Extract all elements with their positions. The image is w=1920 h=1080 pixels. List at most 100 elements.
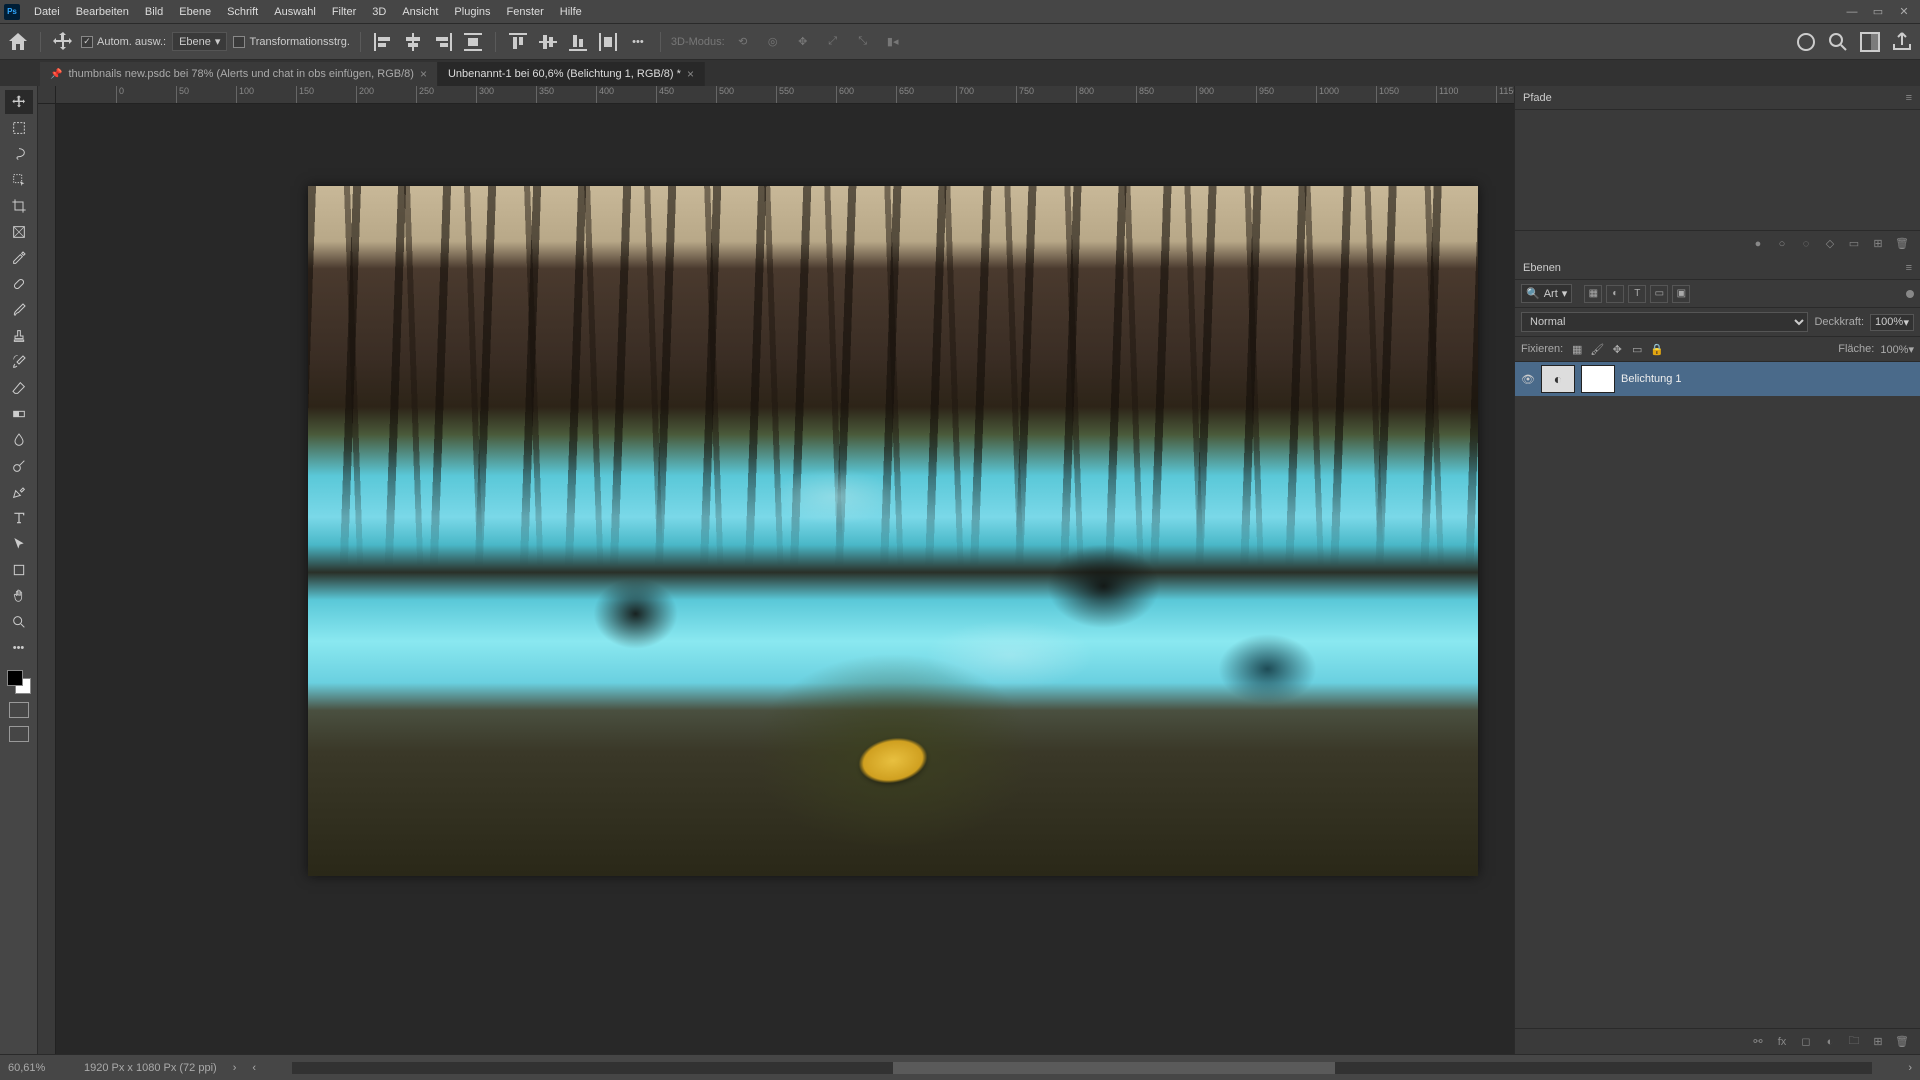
tab-close-icon[interactable]: ×: [687, 67, 694, 81]
align-right-icon[interactable]: [431, 30, 455, 54]
menu-3d[interactable]: 3D: [364, 2, 394, 22]
fill-input[interactable]: 100%▾: [1880, 343, 1914, 356]
crop-tool[interactable]: [5, 194, 33, 218]
lasso-tool[interactable]: [5, 142, 33, 166]
roll-3d-icon[interactable]: ◎: [761, 30, 785, 54]
document-tab-0[interactable]: 📌 thumbnails new.psdc bei 78% (Alerts un…: [40, 62, 438, 86]
menu-ansicht[interactable]: Ansicht: [394, 2, 446, 22]
more-options-icon[interactable]: •••: [626, 30, 650, 54]
doc-info-chevron-icon[interactable]: ›: [233, 1062, 237, 1074]
edit-toolbar-icon[interactable]: •••: [5, 636, 33, 660]
filter-type-icon[interactable]: T: [1628, 285, 1646, 303]
scroll-right-icon[interactable]: ›: [1908, 1062, 1912, 1074]
paths-panel-body[interactable]: [1515, 110, 1920, 230]
pan-3d-icon[interactable]: ✥: [791, 30, 815, 54]
link-layers-icon[interactable]: ⚯: [1750, 1034, 1766, 1050]
gradient-tool[interactable]: [5, 402, 33, 426]
ruler-vertical[interactable]: [38, 104, 56, 1054]
layer-list[interactable]: 👁 ◐ Belichtung 1: [1515, 362, 1920, 1028]
blend-mode-dropdown[interactable]: Normal: [1521, 312, 1808, 332]
panel-menu-icon[interactable]: ≡: [1906, 262, 1912, 274]
ruler-horizontal[interactable]: 0501001502002503003504004505005506006507…: [56, 86, 1514, 104]
menu-fenster[interactable]: Fenster: [499, 2, 552, 22]
window-maximize-button[interactable]: ▭: [1866, 3, 1890, 21]
new-layer-icon[interactable]: ⊞: [1870, 1034, 1886, 1050]
camera-3d-icon[interactable]: ▮◂: [881, 30, 905, 54]
screenmode-icon[interactable]: [9, 726, 29, 742]
path-to-selection-icon[interactable]: ◌: [1798, 236, 1814, 252]
layer-fx-icon[interactable]: fx: [1774, 1034, 1790, 1050]
opacity-input[interactable]: 100%▾: [1870, 314, 1914, 331]
layer-thumb[interactable]: ◐: [1541, 365, 1575, 393]
pen-tool[interactable]: [5, 480, 33, 504]
menu-filter[interactable]: Filter: [324, 2, 364, 22]
scale-3d-icon[interactable]: ⤡: [851, 30, 875, 54]
hand-tool[interactable]: [5, 584, 33, 608]
transform-controls-checkbox[interactable]: Transformationsstrg.: [233, 36, 349, 48]
stroke-path-icon[interactable]: ○: [1774, 236, 1790, 252]
distribute-v-icon[interactable]: [596, 30, 620, 54]
frame-tool[interactable]: [5, 220, 33, 244]
window-close-button[interactable]: ✕: [1892, 3, 1916, 21]
filter-shape-icon[interactable]: ▭: [1650, 285, 1668, 303]
dodge-tool[interactable]: [5, 454, 33, 478]
foreground-color-swatch[interactable]: [7, 670, 23, 686]
new-path-icon[interactable]: ⊞: [1870, 236, 1886, 252]
brush-tool[interactable]: [5, 298, 33, 322]
lock-artboard-icon[interactable]: ▭: [1629, 341, 1645, 357]
quickmask-icon[interactable]: [9, 702, 29, 718]
doc-info[interactable]: 1920 Px x 1080 Px (72 ppi): [84, 1062, 217, 1074]
orbit-3d-icon[interactable]: ⟲: [731, 30, 755, 54]
layer-filter-dropdown[interactable]: 🔍 Art ▾: [1521, 284, 1572, 303]
new-adjustment-icon[interactable]: ◐: [1822, 1034, 1838, 1050]
auto-select-target-dropdown[interactable]: Ebene ▾: [172, 32, 227, 51]
type-tool[interactable]: [5, 506, 33, 530]
workspace-icon[interactable]: [1858, 30, 1882, 54]
menu-bild[interactable]: Bild: [137, 2, 171, 22]
blur-tool[interactable]: [5, 428, 33, 452]
home-icon[interactable]: [6, 30, 30, 54]
paths-panel-tab[interactable]: Pfade ≡: [1515, 86, 1920, 110]
filter-pixel-icon[interactable]: ▦: [1584, 285, 1602, 303]
eyedropper-tool[interactable]: [5, 246, 33, 270]
document-canvas[interactable]: [308, 186, 1478, 876]
lock-pixels-icon[interactable]: 🖌: [1589, 341, 1605, 357]
new-group-icon[interactable]: 🗀: [1846, 1034, 1862, 1050]
filter-toggle[interactable]: [1906, 290, 1914, 298]
cloud-docs-icon[interactable]: [1794, 30, 1818, 54]
history-brush-tool[interactable]: [5, 350, 33, 374]
align-center-v-icon[interactable]: [536, 30, 560, 54]
menu-auswahl[interactable]: Auswahl: [266, 2, 324, 22]
auto-select-checkbox[interactable]: ✓ Autom. ausw.:: [81, 36, 166, 48]
fill-path-icon[interactable]: ●: [1750, 236, 1766, 252]
window-minimize-button[interactable]: —: [1840, 3, 1864, 21]
zoom-tool[interactable]: [5, 610, 33, 634]
marquee-tool[interactable]: [5, 116, 33, 140]
lock-transparency-icon[interactable]: ▦: [1569, 341, 1585, 357]
add-mask-icon[interactable]: ◻: [1798, 1034, 1814, 1050]
path-select-tool[interactable]: [5, 532, 33, 556]
shape-tool[interactable]: [5, 558, 33, 582]
filter-adjust-icon[interactable]: ◐: [1606, 285, 1624, 303]
share-icon[interactable]: [1890, 30, 1914, 54]
stamp-tool[interactable]: [5, 324, 33, 348]
lock-position-icon[interactable]: ✥: [1609, 341, 1625, 357]
scroll-left-icon[interactable]: ‹: [252, 1062, 256, 1074]
layer-mask-thumb[interactable]: [1581, 365, 1615, 393]
eraser-tool[interactable]: [5, 376, 33, 400]
slide-3d-icon[interactable]: ⤢: [821, 30, 845, 54]
search-icon[interactable]: [1826, 30, 1850, 54]
menu-schrift[interactable]: Schrift: [219, 2, 266, 22]
add-mask-icon[interactable]: ▭: [1846, 236, 1862, 252]
ruler-origin[interactable]: [38, 86, 56, 104]
layer-visibility-icon[interactable]: 👁: [1521, 373, 1535, 386]
layer-row[interactable]: 👁 ◐ Belichtung 1: [1515, 362, 1920, 396]
make-workpath-icon[interactable]: ◇: [1822, 236, 1838, 252]
align-left-icon[interactable]: [371, 30, 395, 54]
scrollbar-thumb[interactable]: [893, 1062, 1335, 1074]
zoom-level-input[interactable]: 60,61%: [8, 1062, 68, 1074]
menu-hilfe[interactable]: Hilfe: [552, 2, 590, 22]
align-center-h-icon[interactable]: [401, 30, 425, 54]
filter-smart-icon[interactable]: ▣: [1672, 285, 1690, 303]
menu-plugins[interactable]: Plugins: [446, 2, 498, 22]
